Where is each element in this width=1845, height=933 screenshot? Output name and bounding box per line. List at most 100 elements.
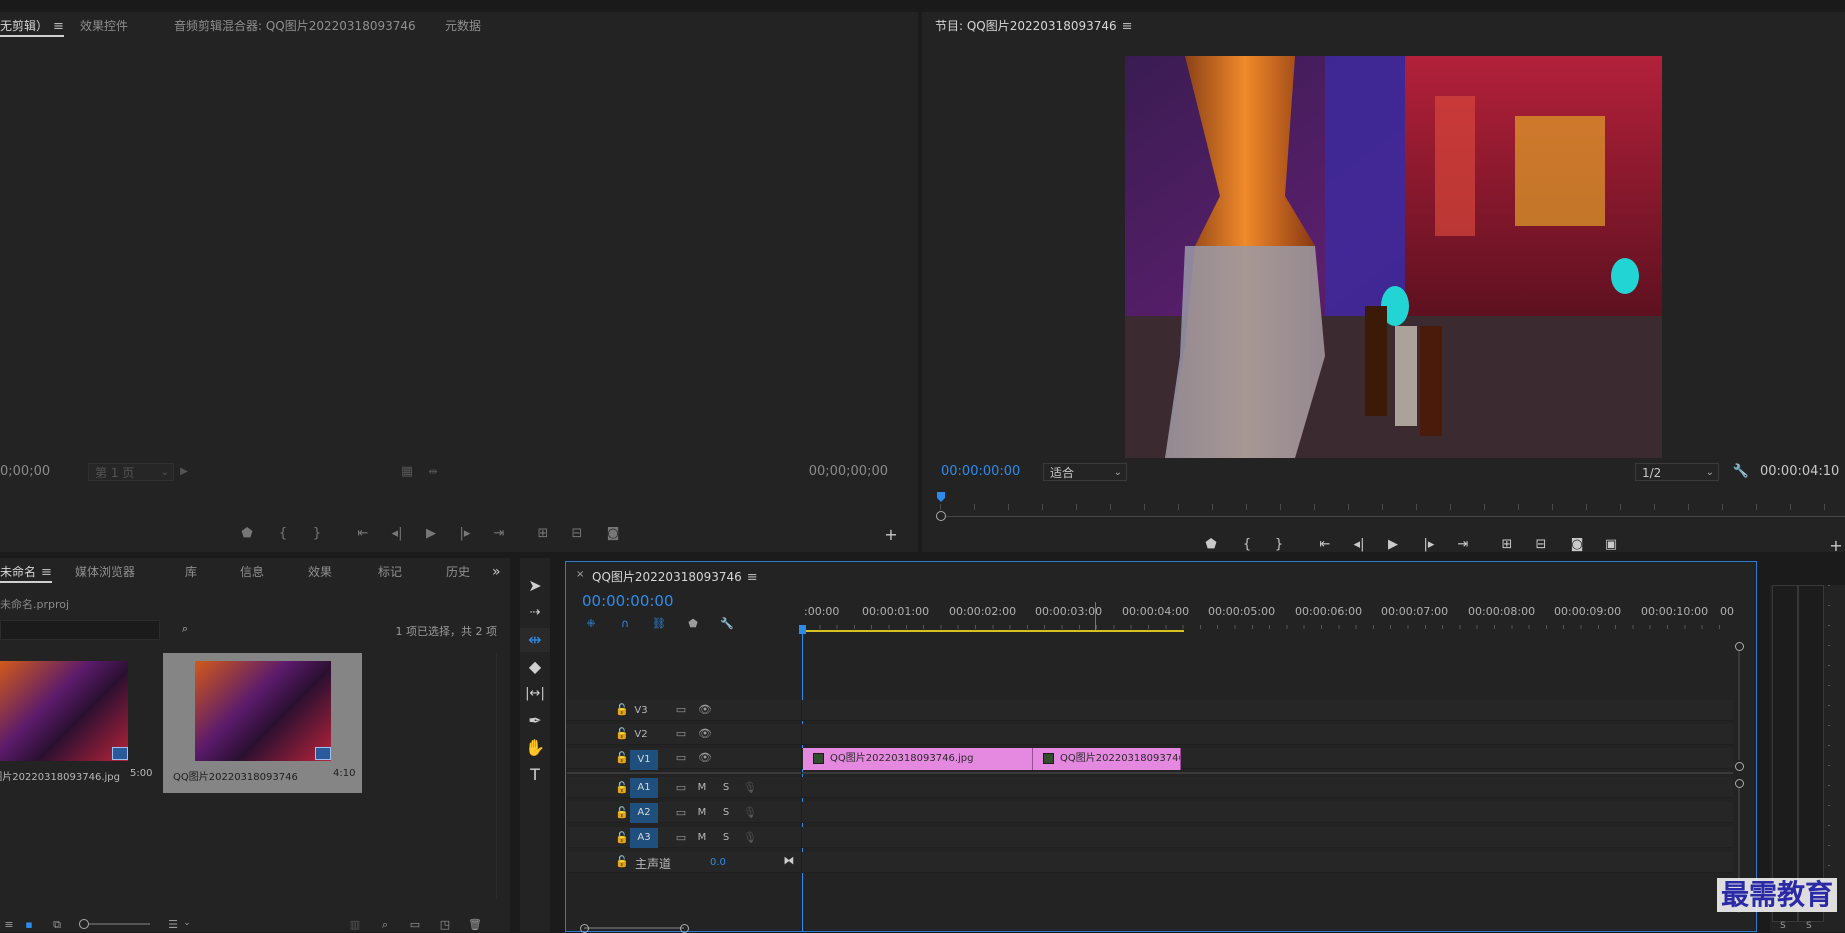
track-v3[interactable] <box>567 700 1733 721</box>
add-marker-icon[interactable]: ⬟ <box>686 617 700 630</box>
tab-source[interactable]: 无剪辑） ≡ <box>0 12 64 40</box>
panel-menu-icon[interactable]: ≡ <box>53 19 64 34</box>
trash-icon[interactable]: 🗑 <box>468 918 482 931</box>
solo-button[interactable]: S <box>719 832 733 843</box>
tab-effect-controls[interactable]: 效果控件 <box>80 12 128 40</box>
overwrite-icon[interactable]: ⊟ <box>568 525 586 543</box>
lock-icon[interactable]: 🔓 <box>615 781 629 794</box>
automate-icon[interactable]: ▥ <box>348 918 362 931</box>
program-timecode[interactable]: 00:00:00:00 <box>941 464 1020 479</box>
tab-metadata[interactable]: 元数据 <box>445 12 481 40</box>
play-icon[interactable]: ▶ <box>1384 536 1402 554</box>
tab-audio-clip-mixer[interactable]: 音频剪辑混合器: QQ图片20220318093746 <box>174 12 416 40</box>
linked-selection-icon[interactable]: ⛓ <box>652 617 666 630</box>
lock-icon[interactable]: 🔓 <box>615 751 629 764</box>
project-item-selected[interactable]: QQ图片20220318093746 4:10 <box>163 653 362 793</box>
timeline-timecode[interactable]: 00:00:00:00 <box>582 592 674 610</box>
track-master[interactable] <box>567 852 1733 873</box>
step-forward-icon[interactable]: |▸ <box>456 525 474 543</box>
sync-lock-icon[interactable]: ▭ <box>674 703 688 716</box>
solo-left-button[interactable]: S <box>1780 921 1786 931</box>
new-bin-icon[interactable]: ▭ <box>408 918 422 931</box>
extract-icon[interactable]: ⊟ <box>1532 536 1550 554</box>
tab-project[interactable]: 未命名 ≡ <box>0 558 52 586</box>
timeline-zoom-scrollbar[interactable] <box>580 924 690 933</box>
ripple-edit-tool-icon[interactable]: ⇹ <box>520 628 550 652</box>
track-a3[interactable] <box>567 827 1733 848</box>
lift-icon[interactable]: ⊞ <box>1498 536 1516 554</box>
close-icon[interactable]: × <box>576 569 584 580</box>
eye-icon[interactable]: 👁 <box>698 727 712 740</box>
lock-icon[interactable]: 🔓 <box>615 806 629 819</box>
clip-v1-2[interactable]: QQ图片20220318093746.j <box>1033 748 1181 770</box>
mute-button[interactable]: M <box>695 807 709 818</box>
track-select-tool-icon[interactable]: ⇢ <box>520 601 550 625</box>
selection-tool-icon[interactable]: ➤ <box>520 574 550 598</box>
eye-icon[interactable]: 👁 <box>698 751 712 764</box>
insert-icon[interactable]: ⊞ <box>534 525 552 543</box>
panel-menu-icon[interactable]: ≡ <box>41 565 52 580</box>
microphone-icon[interactable]: 🎙 <box>743 781 757 794</box>
new-item-icon[interactable]: ◳ <box>438 918 452 931</box>
type-tool-icon[interactable]: T <box>520 763 550 787</box>
scroll-handle-top[interactable] <box>1735 642 1744 651</box>
mark-in-icon[interactable]: { <box>274 525 292 543</box>
razor-tool-icon[interactable]: ◆ <box>520 655 550 679</box>
overlay-toggle-icon[interactable]: ▦ <box>398 463 416 481</box>
wrench-icon[interactable]: 🔧 <box>1732 463 1750 481</box>
eye-icon[interactable]: 👁 <box>698 703 712 716</box>
tab-media-browser[interactable]: 媒体浏览器 <box>75 558 135 586</box>
export-frame-icon[interactable]: ◙ <box>604 525 622 543</box>
safe-margin-icon[interactable]: ⇹ <box>424 463 442 481</box>
lock-icon[interactable]: 🔓 <box>615 855 629 868</box>
zoom-slider-handle[interactable] <box>79 919 89 929</box>
tab-libraries[interactable]: 库 <box>185 558 197 586</box>
sort-icon[interactable]: ☰ <box>166 918 180 931</box>
program-playhead[interactable] <box>937 492 945 502</box>
work-area-bar[interactable] <box>802 630 1184 632</box>
tab-info[interactable]: 信息 <box>240 558 264 586</box>
solo-right-button[interactable]: S <box>1806 921 1812 931</box>
mute-button[interactable]: M <box>695 782 709 793</box>
solo-button[interactable]: S <box>719 807 733 818</box>
fit-select[interactable]: 适合 ⌄ <box>1043 463 1127 481</box>
go-to-out-icon[interactable]: ⇥ <box>490 525 508 543</box>
icon-view-icon[interactable]: ▪ <box>22 918 36 931</box>
list-view-icon[interactable]: ≡ <box>2 918 16 931</box>
scroll-handle-top[interactable] <box>1735 779 1744 788</box>
more-tabs-icon[interactable]: » <box>492 558 501 586</box>
sync-lock-icon[interactable]: ▭ <box>674 751 688 764</box>
step-back-icon[interactable]: ◂| <box>388 525 406 543</box>
go-to-in-icon[interactable]: ⇤ <box>1316 536 1334 554</box>
track-target-a3[interactable]: A3 <box>630 828 658 848</box>
tab-program[interactable]: 节目: QQ图片20220318093746 ≡ <box>935 12 1133 40</box>
mark-in-icon[interactable]: { <box>1238 536 1256 554</box>
timeline-settings-icon[interactable]: 🔧 <box>720 617 734 630</box>
hand-tool-icon[interactable]: ✋ <box>520 736 550 760</box>
sync-lock-icon[interactable]: ▭ <box>674 806 688 819</box>
export-frame-icon[interactable]: ◙ <box>1568 536 1586 554</box>
panel-menu-icon[interactable]: ≡ <box>747 570 758 585</box>
track-target-a1[interactable]: A1 <box>630 778 658 798</box>
track-target-v1[interactable]: V1 <box>630 750 658 770</box>
sync-lock-icon[interactable]: ▭ <box>674 831 688 844</box>
track-a2[interactable] <box>567 802 1733 823</box>
tab-history[interactable]: 历史 <box>446 558 470 586</box>
go-to-in-icon[interactable]: ⇤ <box>354 525 372 543</box>
page-select[interactable]: 第 1 页 ⌄ <box>88 463 174 481</box>
clip-v1-1[interactable]: QQ图片20220318093746.jpg <box>803 748 1033 770</box>
freeform-view-icon[interactable]: ⧉ <box>50 918 64 932</box>
step-back-icon[interactable]: ◂| <box>1350 536 1368 554</box>
snap-icon[interactable]: ∩ <box>618 617 632 630</box>
time-ruler[interactable]: :00:00 00:00:01:00 00:00:02:00 00:00:03:… <box>799 602 1734 634</box>
sync-lock-icon[interactable]: ▭ <box>674 781 688 794</box>
lock-icon[interactable]: 🔓 <box>615 831 629 844</box>
pen-tool-icon[interactable]: ✒ <box>520 709 550 733</box>
play-triangle-icon[interactable]: ▶ <box>175 463 193 481</box>
find-icon[interactable]: ⌕ <box>378 918 392 932</box>
track-v2[interactable] <box>567 724 1733 745</box>
play-icon[interactable]: ▶ <box>422 525 440 543</box>
mark-out-icon[interactable]: } <box>1270 536 1288 554</box>
tab-markers[interactable]: 标记 <box>378 558 402 586</box>
sync-lock-icon[interactable]: ▭ <box>674 727 688 740</box>
